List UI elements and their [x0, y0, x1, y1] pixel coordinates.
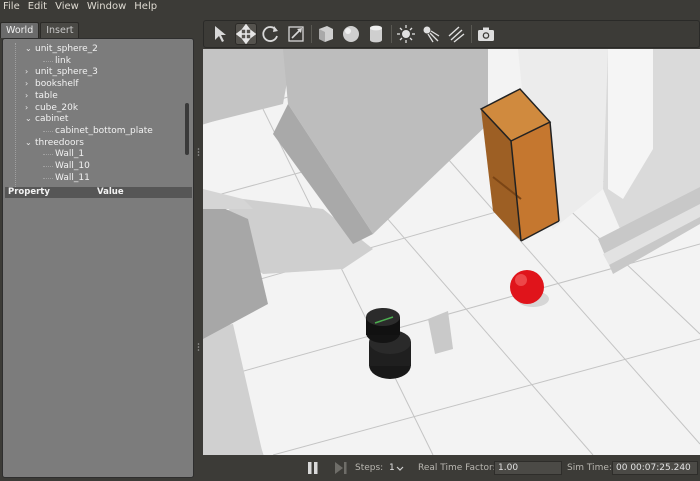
- steps-label: Steps:: [355, 463, 384, 473]
- tree-item-label: link: [55, 55, 71, 66]
- sim-time-label: Sim Time:: [567, 463, 612, 473]
- step-icon[interactable]: [335, 462, 347, 474]
- tree-item-label: Wall_1: [55, 149, 85, 160]
- menu-help[interactable]: Help: [131, 0, 162, 14]
- tree-item[interactable]: › bookshelf: [25, 78, 79, 90]
- scale-icon: [288, 26, 304, 42]
- rotate-icon: [262, 26, 278, 42]
- tree-guide-line: [43, 177, 53, 179]
- tree-item-label: bookshelf: [35, 79, 79, 90]
- sphere-shape-tool-button[interactable]: [340, 23, 362, 45]
- real-time-factor-label: Real Time Factor:: [418, 463, 496, 473]
- toolbar-separator: [391, 25, 392, 43]
- tree-scrollbar-thumb[interactable]: [185, 103, 189, 155]
- value-column-header[interactable]: Value: [97, 187, 124, 198]
- tree-item-label: Wall_11: [55, 172, 90, 183]
- spot-light-tool-button[interactable]: [420, 23, 442, 45]
- tree-item-label: Wall_10: [55, 161, 90, 171]
- scene-render: [203, 49, 700, 455]
- directional-light-icon: [448, 26, 465, 43]
- toolbar-separator: [311, 25, 312, 43]
- model-tree[interactable]: ⌄ unit_sphere_2 link › unit_sphere_3 › bookshe…: [3, 43, 183, 189]
- rotate-tool-button[interactable]: [260, 23, 282, 45]
- left-panel: World Insert ⌄ unit_sphere_2 link › unit_sph…: [0, 18, 200, 481]
- screenshot-tool-button[interactable]: [475, 23, 497, 45]
- tab-world[interactable]: World: [0, 22, 40, 38]
- translate-tool-button[interactable]: [235, 23, 257, 45]
- tree-guide-line: [43, 166, 53, 167]
- expand-down-icon[interactable]: ⌄: [25, 113, 35, 125]
- sphere-shape-icon: [343, 26, 359, 42]
- tree-guide-line: [43, 130, 53, 132]
- point-light-icon: [397, 25, 415, 43]
- tree-item-label: cabinet_bottom_plate: [55, 125, 153, 136]
- splitter-handle-bottom[interactable]: [197, 343, 200, 351]
- menu-bar: File Edit View Window Help: [0, 0, 700, 14]
- menu-edit[interactable]: Edit: [25, 0, 52, 14]
- tree-guide-line: [43, 154, 53, 156]
- world-panel: ⌄ unit_sphere_2 link › unit_sphere_3 › bookshe…: [2, 38, 194, 478]
- expand-right-icon[interactable]: ›: [25, 90, 35, 102]
- tree-item[interactable]: ⌄ cabinet: [25, 113, 68, 125]
- tree-item[interactable]: › unit_sphere_3: [25, 66, 98, 78]
- cylinder-shape-tool-button[interactable]: [365, 23, 387, 45]
- expand-right-icon[interactable]: ›: [25, 78, 35, 90]
- screenshot-icon: [478, 27, 494, 41]
- scale-tool-button[interactable]: [285, 23, 307, 45]
- tree-item[interactable]: cabinet_bottom_plate: [41, 125, 153, 137]
- cylinder-shape-icon: [370, 25, 382, 43]
- tree-guide-line: [43, 60, 53, 62]
- menu-window[interactable]: Window: [84, 0, 131, 14]
- scene-toolbar: [203, 20, 700, 48]
- box-shape-tool-button[interactable]: [315, 23, 337, 45]
- tree-item-label: threedoors: [35, 137, 84, 148]
- translate-icon: [236, 24, 256, 44]
- tree-item-label: unit_sphere_3: [35, 67, 98, 78]
- box-shape-icon: [319, 26, 333, 42]
- expand-right-icon[interactable]: ›: [25, 66, 35, 78]
- viewport-area: Steps: 1 Real Time Factor: 1.00 Sim Time…: [203, 20, 700, 481]
- splitter-handle-top[interactable]: [197, 148, 200, 156]
- expand-right-icon[interactable]: ›: [25, 102, 35, 114]
- toolbar-separator: [471, 25, 472, 43]
- steps-spin-icon[interactable]: [396, 466, 404, 472]
- menu-view[interactable]: View: [52, 0, 84, 14]
- expand-down-icon[interactable]: ⌄: [25, 137, 35, 149]
- select-arrow-icon: [215, 26, 226, 42]
- tree-item[interactable]: ⌄ threedoors: [25, 137, 84, 149]
- real-time-factor-field: 1.00: [494, 461, 562, 475]
- tab-insert[interactable]: Insert: [40, 22, 80, 38]
- spot-light-icon: [423, 26, 440, 43]
- sim-time-field: 00 00:07:25.240: [612, 461, 698, 475]
- 3d-scene-view[interactable]: [203, 49, 700, 455]
- pause-icon[interactable]: [307, 462, 319, 474]
- menu-file[interactable]: File: [0, 0, 25, 14]
- property-column-header[interactable]: Property: [5, 187, 97, 198]
- tree-item[interactable]: › cube_20k: [25, 102, 78, 114]
- tree-item[interactable]: ⌄ unit_sphere_2: [25, 43, 98, 55]
- tree-guide-line: [15, 43, 16, 189]
- sim-status-bar: Steps: 1 Real Time Factor: 1.00 Sim Time…: [203, 456, 700, 481]
- tree-item-label: table: [35, 90, 58, 101]
- select-arrow-tool-button[interactable]: [210, 23, 232, 45]
- panel-tabs: World Insert: [0, 22, 80, 38]
- point-light-tool-button[interactable]: [395, 23, 417, 45]
- tree-item-label: unit_sphere_2: [35, 44, 98, 54]
- expand-down-icon[interactable]: ⌄: [25, 43, 35, 55]
- tree-item[interactable]: › table: [25, 90, 58, 102]
- directional-light-tool-button[interactable]: [445, 23, 467, 45]
- steps-value[interactable]: 1: [389, 463, 395, 473]
- tree-item-label: cube_20k: [35, 102, 79, 113]
- property-table-header: Property Value: [5, 187, 192, 198]
- tree-item-label: cabinet: [35, 114, 69, 125]
